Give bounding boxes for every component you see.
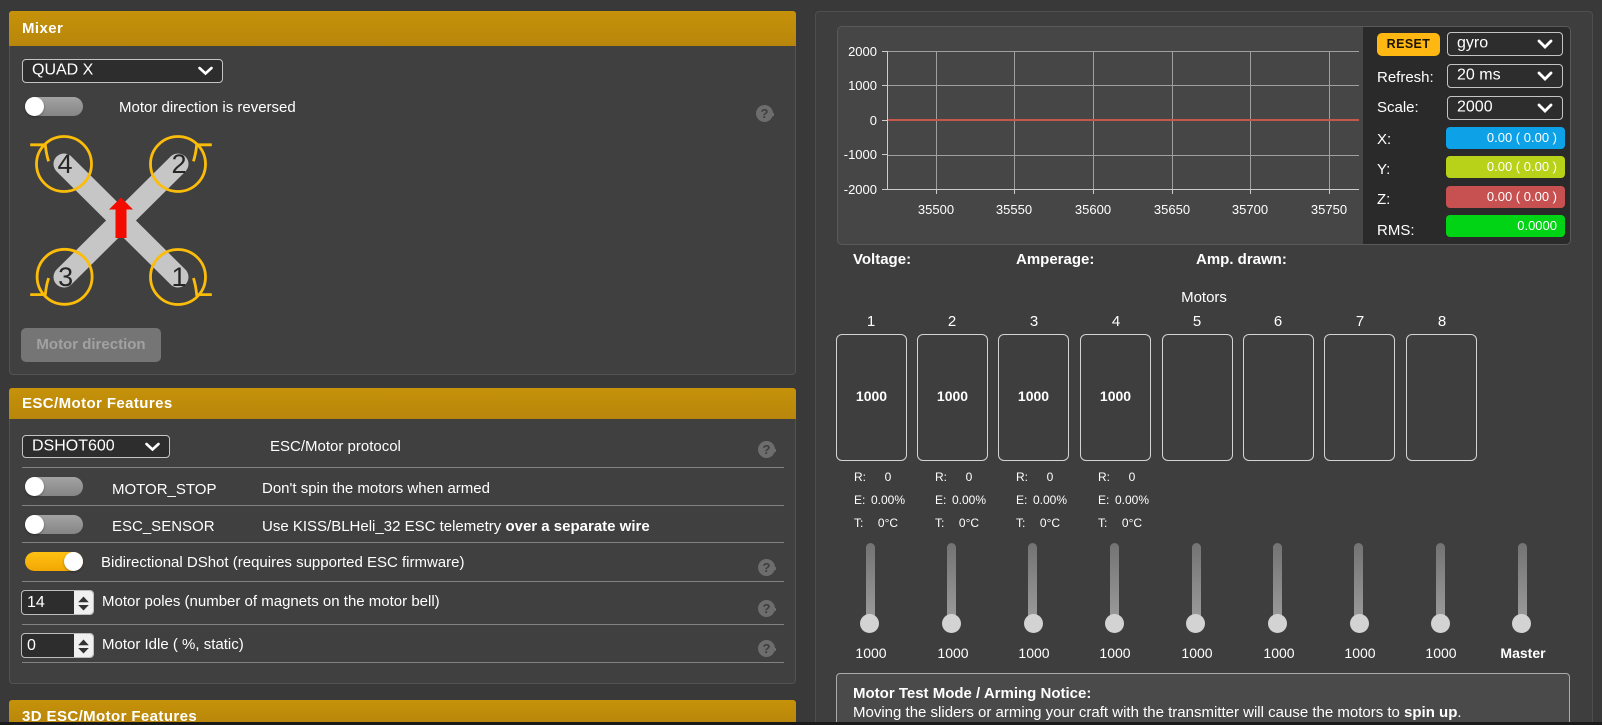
svg-text:2: 2 bbox=[171, 149, 186, 179]
svg-text:1: 1 bbox=[171, 262, 186, 292]
svg-text:3: 3 bbox=[58, 262, 73, 292]
svg-text:4: 4 bbox=[57, 149, 72, 179]
